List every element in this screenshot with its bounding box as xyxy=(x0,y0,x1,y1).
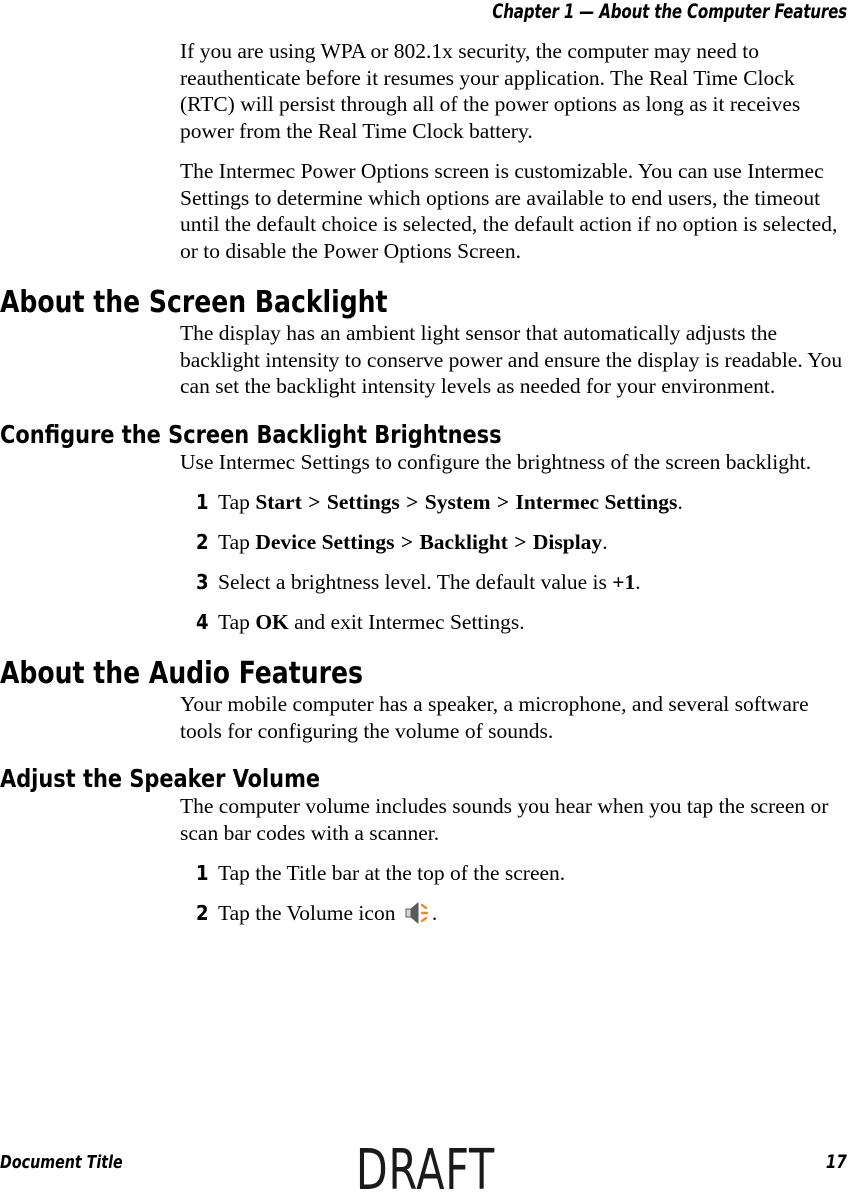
emphasis-text: Settings xyxy=(326,490,400,514)
heading-adjust-the-speaker-volume: Adjust the Speaker Volume xyxy=(0,764,321,793)
heading-about-the-audio-features: About the Audio Features xyxy=(0,656,363,691)
paragraph-speaker-microphone: Your mobile computer has a speaker, a mi… xyxy=(180,692,809,743)
step-text: Tap the Title bar at the top of the scre… xyxy=(218,861,566,885)
step-number: 2 xyxy=(196,530,209,554)
path-separator: > xyxy=(302,490,326,514)
paragraph-ambient-light-sensor: The display has an ambient light sensor … xyxy=(180,321,843,398)
step-text: Tap the Volume icon . xyxy=(218,901,438,925)
path-separator: > xyxy=(491,490,515,514)
emphasis-text: Display xyxy=(532,530,603,554)
step-text: Select a brightness level. The default v… xyxy=(218,570,641,594)
paragraph-use-intermec-settings: Use Intermec Settings to configure the b… xyxy=(180,449,812,474)
volume-speaker-icon xyxy=(405,902,431,924)
step-text: Tap Device Settings > Backlight > Displa… xyxy=(218,530,608,554)
emphasis-text: +1 xyxy=(612,570,636,594)
list-item: 1 Tap Start > Settings > System > Interme… xyxy=(0,489,851,515)
running-header: Chapter 1 — About the Computer Features xyxy=(492,0,847,23)
step-number: 4 xyxy=(196,610,209,634)
list-item: 1 Tap the Title bar at the top of the scr… xyxy=(0,860,851,886)
step-number: 3 xyxy=(196,570,209,594)
volume-steps-list: 1 Tap the Title bar at the top of the scr… xyxy=(0,860,851,926)
emphasis-text: Backlight xyxy=(419,530,508,554)
paragraph-wpa-security: If you are using WPA or 802.1x security,… xyxy=(180,39,801,143)
emphasis-text: Intermec Settings xyxy=(515,490,678,514)
paragraph-computer-volume: The computer volume includes sounds you … xyxy=(180,794,829,845)
list-item: 2 Tap Device Settings > Backlight > Displ… xyxy=(0,529,851,555)
emphasis-text: Start xyxy=(255,490,302,514)
list-item: 3 Select a brightness level. The default … xyxy=(0,569,851,595)
step-text: Tap Start > Settings > System > Intermec… xyxy=(218,490,683,514)
emphasis-text: System xyxy=(424,490,491,514)
heading-about-the-screen-backlight: About the Screen Backlight xyxy=(0,285,388,320)
list-item: 2 Tap the Volume icon . xyxy=(0,900,851,926)
path-separator: > xyxy=(508,530,532,554)
document-page: Chapter 1 — About the Computer Features … xyxy=(0,0,851,1199)
step-text: Tap OK and exit Intermec Settings. xyxy=(218,610,525,634)
path-separator: > xyxy=(400,490,424,514)
page-footer: Document Title DRAFT 17 xyxy=(0,1139,851,1199)
heading-configure-screen-backlight-brightness: Configure the Screen Backlight Brightnes… xyxy=(0,419,502,449)
backlight-steps-list: 1 Tap Start > Settings > System > Interme… xyxy=(0,489,851,635)
path-separator: > xyxy=(395,530,419,554)
emphasis-text: Device Settings xyxy=(255,530,395,554)
step-number: 1 xyxy=(196,861,209,885)
emphasis-text: OK xyxy=(255,610,289,634)
list-item: 4 Tap OK and exit Intermec Settings. xyxy=(0,609,851,635)
page-number: 17 xyxy=(826,1151,847,1173)
paragraph-power-options: The Intermec Power Options screen is cus… xyxy=(180,159,838,263)
draft-watermark: DRAFT xyxy=(355,1143,496,1199)
step-number: 1 xyxy=(196,490,209,514)
step-number: 2 xyxy=(196,901,209,925)
page-content: If you are using WPA or 802.1x security,… xyxy=(0,38,851,940)
